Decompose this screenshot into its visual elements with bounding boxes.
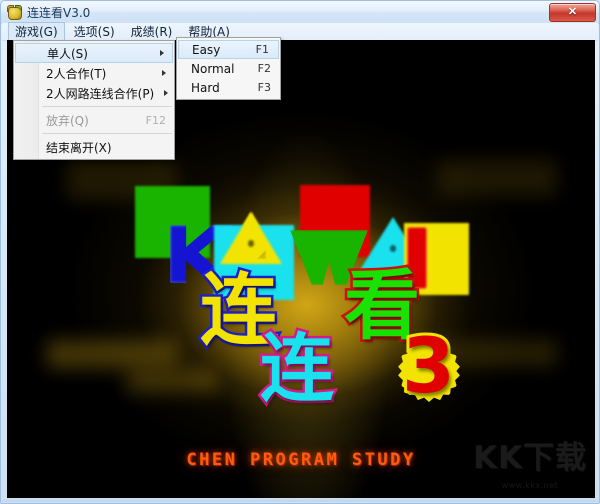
menu-item-label: 结束离开(X) (46, 140, 112, 155)
menu-item-label: 单人(S) (47, 46, 88, 61)
submenu-item-normal[interactable]: Normal F2 (177, 59, 280, 78)
submenu-item-easy[interactable]: Easy F1 (178, 40, 279, 59)
application-window: 连连看V3.0 ✕ 游戏(G) 选项(S) 成绩(R) 帮助(A) 连 连 看 … (0, 0, 600, 504)
game-menu-dropdown: 单人(S) 2人合作(T) 2人网路连线合作(P) 放弃(Q) F12 结束离开… (13, 40, 175, 160)
submenu-item-label: Normal (191, 61, 235, 76)
menu-game[interactable]: 游戏(G) (8, 21, 65, 42)
submenu-arrow-icon (160, 50, 164, 56)
logo-a-dot (248, 240, 254, 247)
menu-item-network-coop[interactable]: 2人网路连线合作(P) (14, 83, 174, 103)
submenu-arrow-icon (164, 90, 169, 96)
menu-item-exit[interactable]: 结束离开(X) (14, 137, 174, 157)
menu-options[interactable]: 选项(S) (67, 22, 122, 42)
close-icon: ✕ (567, 6, 578, 18)
menu-separator (42, 106, 172, 107)
window-title: 连连看V3.0 (27, 5, 91, 20)
menu-scores[interactable]: 成绩(R) (124, 22, 180, 42)
menu-item-label: 放弃(Q) (46, 113, 89, 128)
submenu-item-accel: F3 (257, 81, 271, 94)
window-bottom-edge (2, 498, 598, 502)
logo-version-number: 3 (399, 321, 458, 410)
submenu-item-hard[interactable]: Hard F3 (177, 78, 280, 97)
submenu-arrow-icon (162, 70, 166, 76)
submenu-item-label: Hard (191, 80, 220, 95)
menu-separator (42, 133, 172, 134)
submenu-item-accel: F1 (255, 43, 269, 56)
close-button[interactable]: ✕ (549, 3, 596, 22)
logo-a-cyan-dot (390, 245, 396, 252)
menu-item-label: 2人合作(T) (46, 66, 107, 81)
submenu-item-label: Easy (192, 42, 221, 57)
logo-cjk-lian-2: 连 (258, 326, 337, 412)
difficulty-submenu: Easy F1 Normal F2 Hard F3 (176, 37, 281, 100)
watermark: KK下载 www.kkx.net (471, 432, 589, 494)
watermark-logo: KK下载 (472, 440, 588, 476)
watermark-url: www.kkx.net (501, 481, 559, 490)
menu-item-single-player[interactable]: 单人(S) (15, 43, 173, 63)
menu-item-give-up: 放弃(Q) F12 (14, 110, 174, 130)
menu-bar: 游戏(G) 选项(S) 成绩(R) 帮助(A) (2, 21, 598, 42)
submenu-item-accel: F2 (257, 62, 271, 75)
menu-item-accel: F12 (145, 113, 166, 127)
menu-item-label: 2人网路连线合作(P) (46, 86, 155, 101)
logo-letter-a (220, 212, 282, 264)
app-icon (6, 4, 22, 20)
menu-item-two-player-coop[interactable]: 2人合作(T) (14, 63, 174, 83)
